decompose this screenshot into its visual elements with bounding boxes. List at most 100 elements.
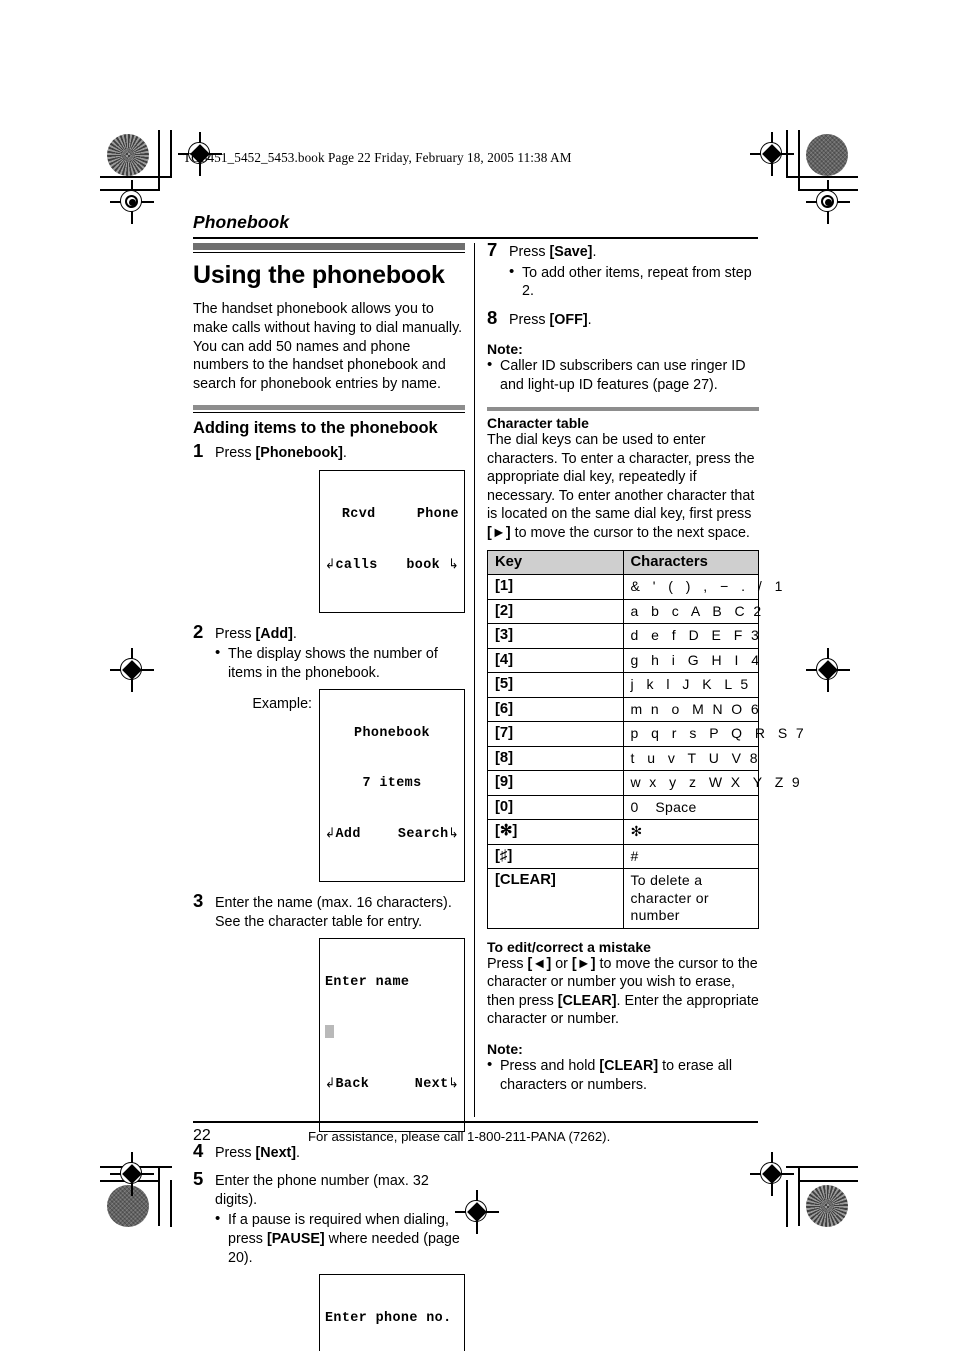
note-label: Note:	[487, 341, 523, 358]
step-number: 2	[193, 620, 204, 642]
cell-characters: a b c A B C 2	[622, 598, 761, 625]
step-7-bullets: To add other items, repeat from step 2.	[487, 263, 759, 301]
registration-mark	[110, 180, 154, 224]
cell-characters: m n o M N O 6	[622, 696, 759, 723]
subsection-bar	[487, 406, 759, 412]
lcd1-line1-left: Rcvd	[341, 506, 376, 522]
step-text-post: .	[587, 311, 592, 328]
intro-text-b: to move the cursor to the next space.	[510, 525, 750, 542]
step-2-bullets: The display shows the number of items in…	[193, 644, 465, 682]
table-row: [9] w x y z W X Y Z 9	[487, 770, 800, 796]
lcd1-line2-left: calls	[335, 558, 378, 574]
section-intro: The handset phonebook allows you to make…	[193, 301, 463, 392]
cell-key: [9]	[487, 770, 624, 796]
registration-mark	[806, 648, 850, 692]
step-3: 3 Enter the name (max. 16 characters). Se…	[193, 889, 465, 931]
registration-mark	[806, 180, 850, 224]
step-2: 2 Press [Add].	[193, 620, 465, 644]
page-number: 22	[193, 1127, 211, 1144]
bullet-item: If a pause is required when dialing, pre…	[215, 1210, 465, 1267]
crop-line	[100, 176, 172, 178]
section-title: Using the phonebook	[193, 261, 445, 290]
crop-line	[786, 176, 858, 178]
column-separator	[474, 243, 476, 1117]
step-number: 7	[487, 239, 498, 260]
bullet-item: Press and hold [CLEAR] to erase all char…	[487, 1056, 759, 1094]
step-text-pre: Press	[215, 625, 256, 642]
table-row: [✻] ✻	[487, 819, 759, 845]
book-file-header: TG5451_5452_5453.book Page 22 Friday, Fe…	[183, 150, 572, 165]
crop-line	[158, 1166, 160, 1226]
key-left-arrow: [◄]	[527, 955, 552, 972]
step-text-pre: Press	[509, 244, 550, 260]
cell-key: [4]	[487, 647, 624, 674]
step-text-post: .	[296, 1144, 301, 1161]
lcd-sample-4-wrap: Enter phone no.	[193, 1274, 465, 1351]
table-row: [3] d e f D E F 3	[487, 623, 759, 649]
section-rule	[193, 252, 465, 254]
softkey-down-icon: ↳	[448, 1075, 459, 1092]
edit-correct-body: Press [◄] or [►] to move the cursor to t…	[487, 955, 759, 1029]
example-label: Example:	[252, 696, 312, 713]
cell-key: [✻]	[487, 819, 624, 845]
lcd3-cursor-line	[325, 1024, 459, 1043]
key-next: [Next]	[255, 1144, 297, 1161]
softkey-down-icon: ↳	[448, 825, 459, 842]
key-clear: [CLEAR]	[557, 992, 617, 1009]
density-patch	[806, 1185, 848, 1227]
lcd4-line1: Enter phone no.	[325, 1311, 452, 1327]
bullet-item: Caller ID subscribers can use ringer ID …	[487, 356, 759, 394]
step-text-pre: Press	[215, 1144, 256, 1161]
registration-mark	[110, 1152, 154, 1196]
subsection-rule	[193, 411, 465, 414]
cell-characters: To delete a character or number	[622, 868, 759, 929]
key-right-arrow: [►]	[571, 955, 596, 972]
crop-line	[798, 1180, 858, 1182]
cell-key: [CLEAR]	[487, 868, 624, 929]
lcd3-line1: Enter name	[325, 975, 410, 991]
bullet-text-a: Press and hold	[500, 1058, 600, 1074]
column-header-key: Key	[487, 549, 624, 576]
key-phonebook: [Phonebook]	[255, 445, 343, 462]
cell-characters: d e f D E F 3	[622, 623, 759, 649]
document-page: TG5451_5452_5453.book Page 22 Friday, Fe…	[0, 0, 954, 1351]
registration-mark	[750, 132, 794, 176]
step-number: 3	[193, 889, 204, 911]
character-table: Key Characters [1] & ' ( ) , − . / 1 [2] a…	[487, 549, 804, 929]
key-right-arrow: [►]	[487, 525, 511, 542]
cell-characters: & ' ( ) , − . / 1	[622, 574, 782, 600]
step-text-post: .	[292, 625, 297, 642]
table-row: [1] & ' ( ) , − . / 1	[487, 574, 782, 600]
density-patch	[107, 134, 149, 176]
lcd-sample-4: Enter phone no.	[319, 1274, 465, 1351]
cell-key: [8]	[487, 745, 624, 772]
table-row: [7] p q r s P Q R S 7	[487, 721, 804, 747]
step-number: 5	[193, 1168, 204, 1190]
lcd3-line3-right: Next	[414, 1077, 449, 1093]
cell-key: [2]	[487, 598, 624, 625]
lcd-sample-2: Phonebook 7 items ↲Add Search↳	[319, 689, 465, 882]
lcd1-line2-right: book	[406, 558, 441, 574]
cell-characters: ✻	[622, 819, 759, 845]
registration-mark	[750, 1152, 794, 1196]
step-7: 7 Press [Save].	[487, 239, 759, 262]
cell-characters: p q r s P Q R S 7	[622, 721, 804, 747]
subsection-bar	[193, 405, 465, 410]
step-number: 8	[487, 306, 498, 328]
note-label: Note:	[487, 1041, 523, 1057]
lcd2-line1: Phonebook	[354, 726, 430, 742]
cell-key: [♯]	[487, 843, 624, 870]
column-header-characters: Characters	[622, 549, 759, 576]
cell-key: [5]	[487, 672, 624, 698]
step-5-bullets: If a pause is required when dialing, pre…	[193, 1210, 465, 1267]
table-row: [4] g h i G H I 4	[487, 647, 759, 674]
step-text-pre: Press	[509, 311, 550, 328]
cell-key: [1]	[487, 574, 624, 600]
chapter-title: Phonebook	[193, 212, 290, 232]
step-4: 4 Press [Next].	[193, 1141, 465, 1163]
chapter-rule	[193, 237, 758, 239]
step-text: Enter the phone number (max. 32 digits).	[215, 1173, 429, 1208]
lcd2-line3-left: Add	[335, 827, 361, 843]
subsection-title: Adding items to the phonebook	[193, 419, 438, 438]
key-clear: [CLEAR]	[599, 1058, 659, 1074]
